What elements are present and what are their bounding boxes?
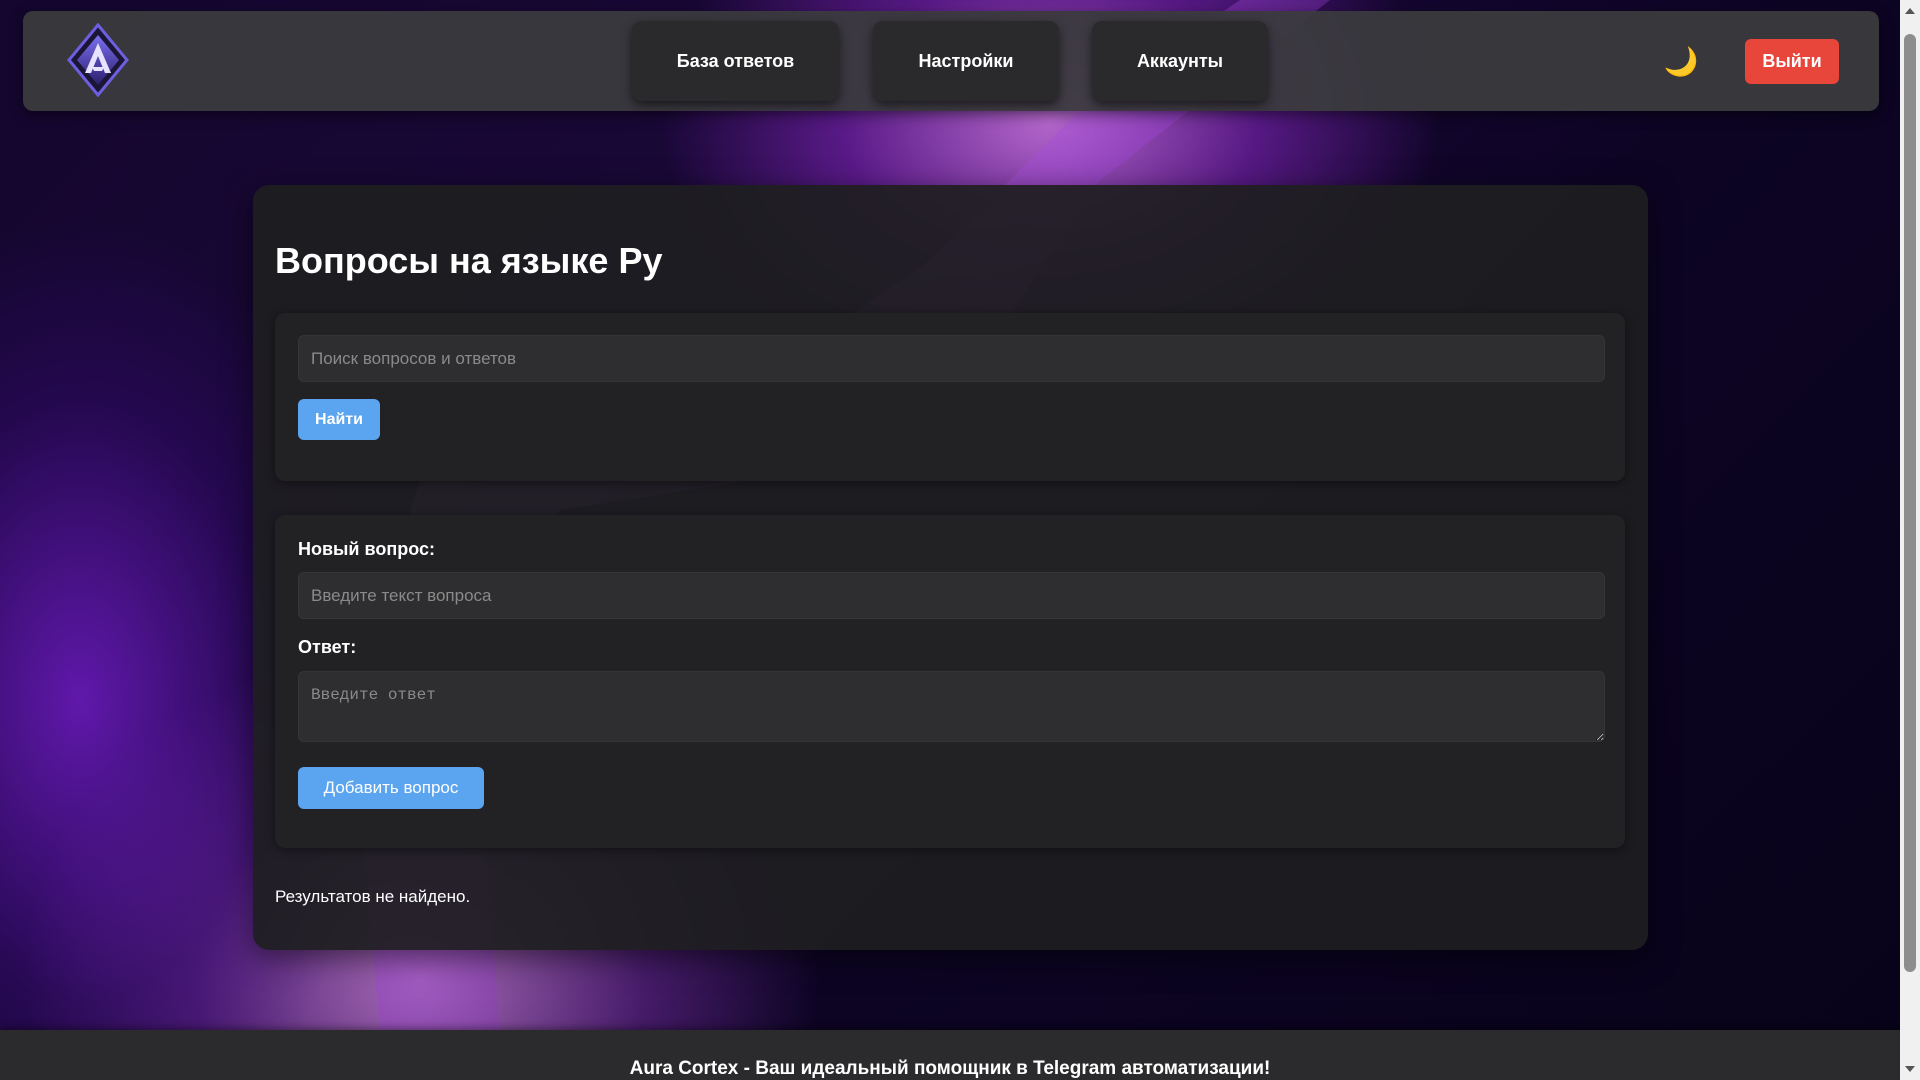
page-title: Вопросы на языке Ру xyxy=(275,240,663,281)
nav-answers-base-button[interactable]: База ответов xyxy=(632,21,839,101)
answer-textarea[interactable] xyxy=(298,671,1605,742)
footer: Aura Cortex - Ваш идеальный помощник в T… xyxy=(0,1030,1900,1080)
moon-icon[interactable]: 🌙 xyxy=(1663,43,1699,79)
footer-tagline: - Ваш идеальный помощник в Telegram авто… xyxy=(738,1058,1271,1079)
footer-text: Aura Cortex - Ваш идеальный помощник в T… xyxy=(0,1058,1900,1080)
nav-answers-base-label: База ответов xyxy=(676,50,795,71)
search-panel: Найти xyxy=(275,313,1625,481)
scroll-down-arrow-icon[interactable] xyxy=(1905,1066,1915,1072)
logout-label: Выйти xyxy=(1762,51,1822,71)
nav-settings-button[interactable]: Настройки xyxy=(873,21,1059,101)
nav-accounts-button[interactable]: Аккаунты xyxy=(1092,21,1268,101)
add-question-button[interactable]: Добавить вопрос xyxy=(298,767,484,809)
scroll-up-arrow-icon[interactable] xyxy=(1905,8,1915,14)
new-question-input[interactable] xyxy=(298,572,1605,619)
footer-brand: Aura Cortex xyxy=(629,1058,739,1079)
nav-settings-label: Настройки xyxy=(918,50,1014,71)
answer-label: Ответ: xyxy=(298,637,357,657)
nav-accounts-label: Аккаунты xyxy=(1136,50,1224,71)
scroll-thumb[interactable] xyxy=(1904,34,1916,972)
add-question-button-label: Добавить вопрос xyxy=(323,778,459,797)
search-input[interactable] xyxy=(298,335,1605,382)
questions-card: Вопросы на языке Ру Найти Новый вопрос: … xyxy=(253,185,1648,950)
find-button-label: Найти xyxy=(315,410,363,428)
new-question-label: Новый вопрос: xyxy=(298,539,435,559)
no-results-message: Результатов не найдено. xyxy=(275,887,471,906)
find-button[interactable]: Найти xyxy=(298,399,380,440)
page-scrollbar[interactable] xyxy=(1900,0,1920,1080)
top-navbar: База ответов Настройки Аккаунты 🌙 Выйти xyxy=(23,11,1879,111)
logout-button[interactable]: Выйти xyxy=(1745,39,1839,84)
add-question-panel: Новый вопрос: Ответ: Добавить вопрос xyxy=(275,515,1625,848)
aura-cortex-logo-icon[interactable] xyxy=(63,22,133,98)
